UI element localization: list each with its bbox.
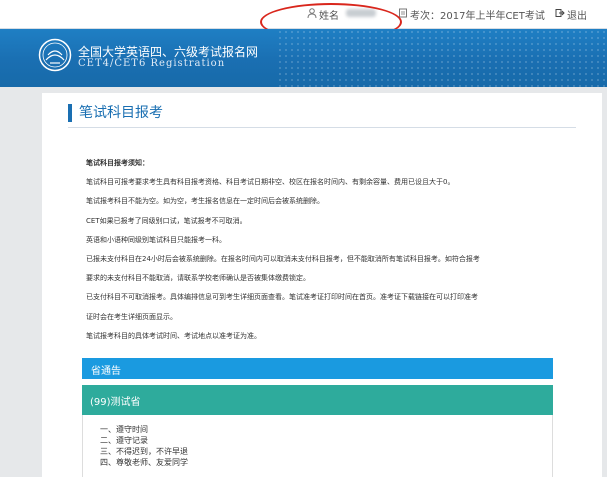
exit-icon[interactable] bbox=[555, 8, 565, 18]
notice-line: 证时会在考生详细页面显示。 bbox=[86, 312, 177, 321]
notice-line: CET如果已报考了同级别口试，笔试报考不可取消。 bbox=[86, 216, 247, 225]
notice-line: 英语和小语种同级别笔试科目只能报考一科。 bbox=[86, 235, 226, 244]
page-title: 笔试科目报考 bbox=[68, 104, 163, 122]
rule-item: 三、不得迟到，不许早退 bbox=[100, 447, 188, 456]
province-notice-title: 省通告 bbox=[91, 366, 121, 377]
rule-item: 四、尊敬老师、友爱同学 bbox=[100, 458, 188, 467]
notice-line: 笔试报考科目不能为空。如为空，考生报名信息在一定时间后会被系统删除。 bbox=[86, 197, 324, 206]
notice-line: 已支付科目不可取消报考。具体编排信息可到考生详细页面查看。笔试准考证打印时间在首… bbox=[86, 293, 478, 302]
divider bbox=[68, 127, 576, 128]
rule-item: 一、遵守时间 bbox=[100, 425, 148, 434]
banner-pattern bbox=[277, 29, 607, 87]
province-name: (99)测试省 bbox=[90, 397, 141, 408]
notice-line: 笔试报考科目的具体考试时间、考试地点以准考证为准。 bbox=[86, 331, 261, 340]
notice-line: 要求的未支付科目不能取消，请联系学校老师确认是否被集体缴费锁定。 bbox=[86, 274, 310, 283]
logout-link[interactable]: 退出 bbox=[567, 7, 587, 22]
province-rules-list: 一、遵守时间 二、遵守记录 三、不得迟到，不许早退 四、尊敬老师、友爱同学 bbox=[100, 424, 188, 468]
registration-notice: 笔试科目报考须知： 笔试科目可报考要求考生具有科目报考资格、科目考试日期非空、校… bbox=[86, 154, 584, 346]
province-name-bar: (99)测试省 bbox=[82, 385, 553, 415]
rule-item: 二、遵守记录 bbox=[100, 436, 148, 445]
notice-line: 已报未支付科目在24小时后会被系统删除。在报名时间内可以取消未支付科目报考，但不… bbox=[86, 255, 480, 264]
province-notice-header: 省通告 bbox=[82, 358, 553, 379]
exam-session-label: 考次：2017年上半年CET考试 bbox=[410, 11, 545, 22]
emblem-icon bbox=[38, 38, 72, 72]
site-subtitle: CET4/CET6 Registration bbox=[78, 58, 226, 69]
notice-heading: 笔试科目报考须知： bbox=[86, 159, 149, 167]
notice-line: 笔试科目可报考要求考生具有科目报考资格、科目考试日期非空、校区在报名时间内、有剩… bbox=[86, 178, 455, 187]
site-banner: 全国大学英语四、六级考试报名网 CET4/CET6 Registration bbox=[0, 29, 607, 87]
